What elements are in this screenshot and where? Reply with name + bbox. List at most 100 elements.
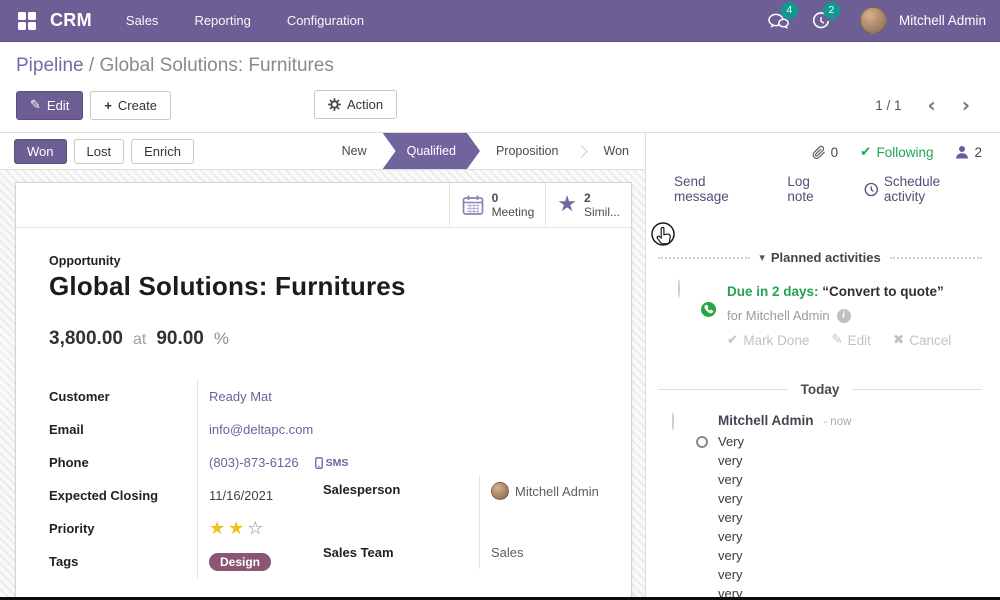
stage-qualified[interactable]: Qualified — [383, 133, 480, 169]
amount-value: 3,800.00 — [49, 328, 123, 350]
user-avatar[interactable] — [860, 7, 887, 34]
mark-done-button[interactable]: ✔ Mark Done — [727, 332, 809, 348]
probability-value: 90.00 — [156, 328, 204, 350]
field-expected-closing: Expected Closing 11/16/2021 — [49, 479, 323, 512]
priority-star-3-icon[interactable]: ☆ — [247, 518, 263, 539]
log-note-button[interactable]: Log note — [787, 174, 838, 204]
attachments-button[interactable]: 0 — [812, 145, 839, 160]
form-view: Won Lost Enrich New Qualified Propositio… — [0, 133, 646, 600]
breadcrumb-separator: / — [89, 55, 94, 76]
field-customer: Customer Ready Mat — [49, 380, 323, 413]
stat-button-row: 0 Meeting ★ 2 Simil... — [16, 183, 631, 228]
plus-icon: + — [104, 98, 112, 113]
app-title[interactable]: CRM — [50, 10, 92, 31]
menu-configuration[interactable]: Configuration — [287, 13, 364, 28]
send-message-button[interactable]: Send message — [674, 174, 761, 204]
enrich-button[interactable]: Enrich — [131, 139, 194, 164]
info-icon[interactable]: i — [837, 309, 851, 323]
won-button[interactable]: Won — [14, 139, 67, 164]
create-button[interactable]: + Create — [90, 91, 171, 120]
similar-leads-stat-button[interactable]: ★ 2 Simil... — [545, 183, 631, 227]
sales-team-value: Sales — [479, 536, 598, 569]
control-panel: Pipeline / Global Solutions: Furnitures … — [0, 42, 1000, 132]
star-icon: ★ — [557, 195, 577, 215]
followers-button[interactable]: 2 — [955, 145, 982, 160]
priority-star-2-icon[interactable]: ★ — [228, 518, 244, 539]
email-link[interactable]: info@deltapc.com — [209, 422, 313, 437]
planned-activities-toggle[interactable]: ▾ Planned activities — [658, 250, 982, 265]
page-title: Global Solutions: Furnitures — [49, 271, 598, 302]
paperclip-icon — [812, 145, 826, 160]
activity-assignee: for Mitchell Admin — [727, 304, 830, 328]
following-button[interactable]: ✔ Following — [860, 144, 933, 160]
call-activity-badge — [699, 300, 718, 319]
percent-sign: % — [214, 329, 229, 349]
activities-icon[interactable]: 2 — [804, 8, 838, 34]
stage-separator-icon — [575, 145, 588, 158]
followers-count: 2 — [974, 145, 982, 160]
salesperson-value: Mitchell Admin — [515, 484, 599, 499]
meeting-stat-button[interactable]: 0 Meeting — [449, 183, 546, 227]
meeting-count: 0 — [492, 191, 535, 205]
activity-due-label: Due in 2 days: — [727, 284, 819, 299]
pager-previous-icon[interactable]: ‹ — [928, 95, 936, 115]
breadcrumb-pipeline[interactable]: Pipeline — [16, 55, 84, 76]
statusbar: Won Lost Enrich New Qualified Propositio… — [0, 133, 645, 170]
check-icon: ✔ — [860, 144, 871, 160]
message-author[interactable]: Mitchell Admin — [718, 413, 814, 428]
clock-icon — [864, 182, 879, 197]
breadcrumb-current: Global Solutions: Furnitures — [99, 55, 333, 76]
phone-link[interactable]: (803)-873-6126 — [209, 455, 299, 470]
breadcrumb: Pipeline / Global Solutions: Furnitures — [16, 55, 984, 77]
mobile-phone-icon — [315, 457, 323, 469]
messages-badge: 4 — [781, 2, 798, 19]
activity-item: Due in 2 days: “Convert to quote” for Mi… — [658, 280, 982, 348]
record-sheet: 0 Meeting ★ 2 Simil... Opportunity — [15, 182, 632, 600]
attachments-count: 0 — [831, 145, 839, 160]
stage-won[interactable]: Won — [588, 133, 645, 169]
pencil-icon: ✎ — [30, 98, 41, 113]
user-menu[interactable]: Mitchell Admin — [899, 13, 986, 28]
field-sales-team: Sales Team Sales — [323, 536, 598, 569]
person-icon — [955, 145, 969, 159]
top-nav-bar: CRM Sales Reporting Configuration 4 2 Mi… — [0, 0, 1000, 42]
messages-icon[interactable]: 4 — [762, 8, 796, 34]
salesperson-avatar — [491, 482, 509, 500]
schedule-activity-button[interactable]: Schedule activity — [864, 174, 982, 204]
field-email: Email info@deltapc.com — [49, 413, 323, 446]
stage-new[interactable]: New — [326, 133, 383, 169]
dotted-divider — [890, 257, 982, 259]
record-type-label: Opportunity — [49, 254, 598, 268]
customer-link[interactable]: Ready Mat — [209, 389, 272, 404]
today-separator: Today — [658, 382, 982, 397]
menu-reporting[interactable]: Reporting — [194, 13, 250, 28]
field-phone: Phone (803)-873-6126 SMS — [49, 446, 323, 479]
cancel-activity-button[interactable]: ✖ Cancel — [893, 332, 951, 348]
expected-revenue: 3,800.00 at 90.00 % — [49, 328, 598, 350]
lost-button[interactable]: Lost — [74, 139, 125, 164]
edit-button[interactable]: ✎ Edit — [16, 91, 83, 120]
at-label: at — [133, 331, 146, 349]
priority-star-1-icon[interactable]: ★ — [209, 518, 225, 539]
field-priority: Priority ★ ★ ☆ — [49, 512, 323, 545]
x-icon: ✖ — [893, 332, 904, 348]
activity-summary: “Convert to quote” — [822, 284, 944, 299]
similar-count: 2 — [584, 191, 620, 205]
pager-count: 1 / 1 — [875, 98, 901, 113]
activities-badge: 2 — [823, 2, 840, 19]
chatter-panel: 0 ✔ Following 2 Send message Log note — [646, 133, 1000, 600]
stage-proposition[interactable]: Proposition — [480, 133, 575, 169]
chevron-down-icon: ▾ — [759, 251, 765, 264]
action-button[interactable]: Action — [314, 90, 397, 119]
apps-menu-icon[interactable] — [18, 12, 36, 30]
edit-activity-button[interactable]: ✎ Edit — [831, 332, 871, 348]
field-tags: Tags Design — [49, 545, 323, 578]
menu-sales[interactable]: Sales — [126, 13, 159, 28]
dotted-divider — [658, 257, 750, 259]
message-timestamp: - now — [823, 416, 851, 428]
sms-button[interactable]: SMS — [315, 457, 349, 469]
pager-next-icon[interactable]: › — [962, 95, 970, 115]
form-canvas: 0 Meeting ★ 2 Simil... Opportunity — [0, 170, 645, 600]
pager: 1 / 1 ‹ › — [875, 95, 984, 115]
meeting-label: Meeting — [492, 205, 535, 219]
